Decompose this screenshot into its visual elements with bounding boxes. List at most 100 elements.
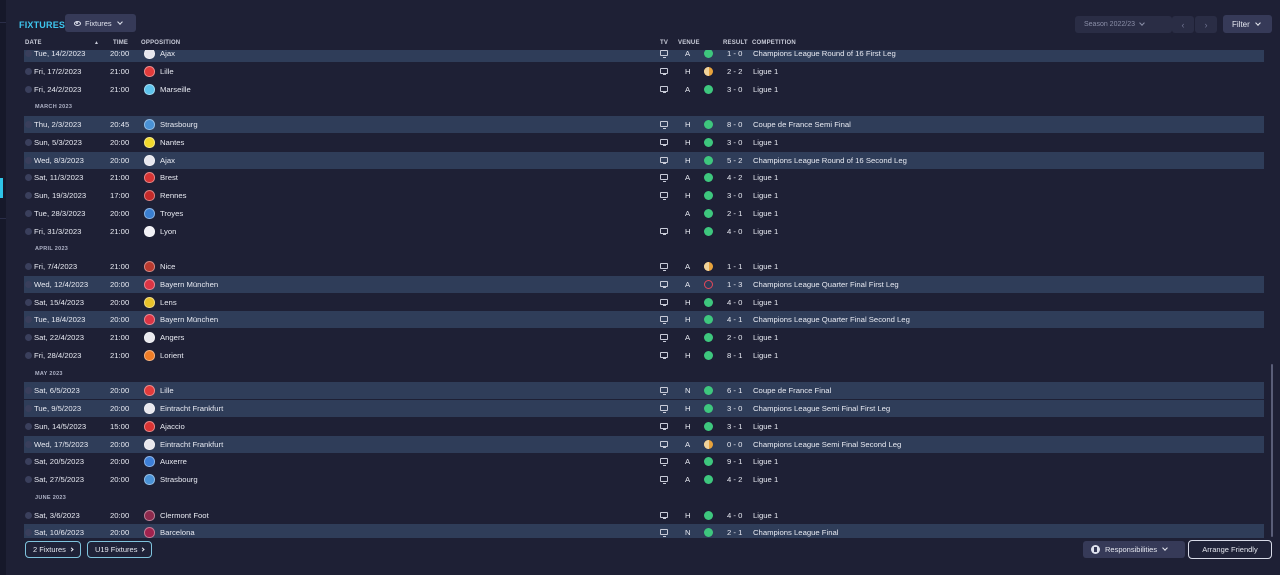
- fixture-score: 4 - 2: [727, 475, 743, 484]
- tv-icon: [660, 156, 668, 164]
- fixture-competition[interactable]: Ligue 1: [753, 191, 778, 200]
- scrollbar[interactable]: [1271, 364, 1273, 537]
- fixture-row[interactable]: Tue, 28/3/2023 20:00 Troyes A 2 - 1 Ligue 1: [24, 205, 1264, 222]
- rail-divider: [0, 22, 6, 23]
- fixture-opposition[interactable]: Rennes: [160, 191, 187, 200]
- fixture-competition[interactable]: Ligue 1: [753, 209, 778, 218]
- fixture-row[interactable]: Sat, 11/3/2023 21:00 Brest A 4 - 2 Ligue 1: [24, 169, 1264, 186]
- fixture-competition[interactable]: Ligue 1: [753, 475, 778, 484]
- fixture-opposition[interactable]: Bayern München: [160, 280, 218, 289]
- responsibilities-button[interactable]: Responsibilities: [1083, 541, 1185, 558]
- club-badge-icon: [144, 456, 155, 468]
- fixture-venue: H: [685, 155, 691, 165]
- fixture-competition[interactable]: Champions League Final: [753, 528, 838, 537]
- fixture-time: 21:00: [110, 262, 130, 271]
- fixture-opposition[interactable]: Lille: [160, 386, 174, 395]
- column-venue[interactable]: VENUE: [678, 40, 700, 46]
- column-result[interactable]: RESULT: [723, 40, 748, 46]
- fixtures-link[interactable]: 2 Fixtures: [25, 541, 81, 558]
- fixture-competition[interactable]: Ligue 1: [753, 457, 778, 466]
- column-tv[interactable]: TV: [660, 40, 668, 46]
- fixture-row[interactable]: Sat, 20/5/2023 20:00 Auxerre A 9 - 1 Ligue 1: [24, 453, 1264, 470]
- fixture-opposition[interactable]: Angers: [160, 333, 184, 342]
- tv-icon: [660, 121, 668, 129]
- fixture-row[interactable]: Thu, 2/3/2023 20:45 Strasbourg H 8 - 0 Coupe …: [24, 116, 1264, 133]
- fixture-competition[interactable]: Coupe de France Semi Final: [753, 120, 851, 129]
- fixture-opposition[interactable]: Troyes: [160, 209, 183, 218]
- fixture-opposition[interactable]: Ajaccio: [160, 422, 185, 431]
- fixture-competition[interactable]: Ligue 1: [753, 173, 778, 182]
- u19-fixtures-link[interactable]: U19 Fixtures: [86, 541, 153, 558]
- fixture-opposition[interactable]: Eintracht Frankfurt: [160, 440, 223, 449]
- fixture-row[interactable]: Sat, 3/6/2023 20:00 Clermont Foot H 4 - 0 Lig…: [24, 507, 1264, 524]
- fixture-row[interactable]: Sun, 5/3/2023 20:00 Nantes H 3 - 0 Ligue 1: [24, 134, 1264, 151]
- arrange-friendly-button[interactable]: Arrange Friendly: [1188, 540, 1272, 559]
- fixture-competition[interactable]: Ligue 1: [753, 85, 778, 94]
- fixture-time: 20:00: [110, 457, 130, 467]
- fixture-row[interactable]: Wed, 8/3/2023 20:00 Ajax H 5 - 2 Champions Le…: [24, 151, 1264, 169]
- season-selector[interactable]: Season 2022/23: [1075, 16, 1172, 33]
- fixture-row[interactable]: Wed, 12/4/2023 20:00 Bayern München A 1 - 3 C…: [24, 275, 1264, 293]
- fixture-competition[interactable]: Ligue 1: [753, 298, 778, 307]
- fixture-competition[interactable]: Champions League Semi Final Second Leg: [753, 440, 901, 449]
- fixture-row[interactable]: Fri, 24/2/2023 21:00 Marseille A 3 - 0 Ligue …: [24, 81, 1264, 98]
- fixture-opposition[interactable]: Ajax: [160, 50, 175, 58]
- fixture-opposition[interactable]: Clermont Foot: [160, 511, 209, 520]
- club-badge-icon: [144, 154, 155, 166]
- column-time[interactable]: TIME: [113, 40, 128, 46]
- fixture-row[interactable]: Sat, 6/5/2023 20:00 Lille N 6 - 1 Coupe de Fr…: [24, 382, 1264, 400]
- fixture-opposition[interactable]: Lorient: [160, 351, 184, 360]
- fixture-row[interactable]: Fri, 7/4/2023 21:00 Nice A 1 - 1 Ligue 1: [24, 258, 1264, 275]
- fixture-row[interactable]: Sat, 27/5/2023 20:00 Strasbourg A 4 - 2 Ligue…: [24, 471, 1264, 488]
- fixture-row[interactable]: Wed, 17/5/2023 20:00 Eintracht Frankfurt A 0…: [24, 435, 1264, 453]
- filter-button[interactable]: Filter: [1223, 15, 1272, 33]
- fixture-row[interactable]: Tue, 14/2/2023 20:00 Ajax A 1 - 0 Champions L…: [24, 50, 1264, 62]
- fixture-competition[interactable]: Champions League Round of 16 First Leg: [753, 50, 896, 58]
- fixture-row[interactable]: Fri, 28/4/2023 21:00 Lorient H 8 - 1 Ligue 1: [24, 347, 1264, 364]
- fixture-competition[interactable]: Ligue 1: [753, 67, 778, 76]
- fixture-opposition[interactable]: Auxerre: [160, 457, 187, 466]
- fixture-competition[interactable]: Ligue 1: [753, 422, 778, 431]
- fixture-opposition[interactable]: Barcelona: [160, 528, 195, 537]
- previous-button[interactable]: ‹: [1172, 16, 1194, 33]
- column-date[interactable]: DATE: [25, 40, 42, 46]
- result-win-icon: [704, 226, 713, 236]
- fixture-row[interactable]: Sat, 10/6/2023 20:00 Barcelona N 2 - 1 Champi…: [24, 524, 1264, 538]
- fixture-opposition[interactable]: Eintracht Frankfurt: [160, 404, 223, 413]
- fixture-competition[interactable]: Champions League Quarter Final First Leg: [753, 280, 899, 289]
- fixture-competition[interactable]: Ligue 1: [753, 511, 778, 520]
- column-competition[interactable]: COMPETITION: [752, 40, 796, 46]
- fixture-row[interactable]: Sun, 14/5/2023 15:00 Ajaccio H 3 - 1 Ligue 1: [24, 418, 1264, 435]
- fixture-row[interactable]: Fri, 17/2/2023 21:00 Lille H 2 - 2 Ligue 1: [24, 63, 1264, 80]
- fixture-opposition[interactable]: Lille: [160, 67, 174, 76]
- column-opposition[interactable]: OPPOSITION: [141, 40, 180, 46]
- fixture-opposition[interactable]: Strasbourg: [160, 120, 198, 129]
- fixture-row[interactable]: Sat, 15/4/2023 20:00 Lens H 4 - 0 Ligue 1: [24, 294, 1264, 311]
- fixture-row[interactable]: Tue, 18/4/2023 20:00 Bayern München H 4 - 1 C…: [24, 311, 1264, 329]
- fixture-row[interactable]: Sun, 19/3/2023 17:00 Rennes H 3 - 0 Ligue 1: [24, 187, 1264, 204]
- fixture-opposition[interactable]: Bayern München: [160, 315, 218, 324]
- fixture-row[interactable]: Sat, 22/4/2023 21:00 Angers A 2 - 0 Ligue 1: [24, 329, 1264, 346]
- fixture-row[interactable]: Fri, 31/3/2023 21:00 Lyon H 4 - 0 Ligue 1: [24, 223, 1264, 240]
- fixture-opposition[interactable]: Nice: [160, 262, 175, 271]
- fixture-competition[interactable]: Coupe de France Final: [753, 386, 831, 395]
- fixture-competition[interactable]: Ligue 1: [753, 227, 778, 236]
- fixture-competition[interactable]: Ligue 1: [753, 138, 778, 147]
- fixture-opposition[interactable]: Ajax: [160, 156, 175, 165]
- fixture-opposition[interactable]: Marseille: [160, 85, 191, 94]
- fixture-competition[interactable]: Champions League Round of 16 Second Leg: [753, 156, 907, 165]
- fixture-row[interactable]: Tue, 9/5/2023 20:00 Eintracht Frankfurt H 3 …: [24, 400, 1264, 417]
- fixture-competition[interactable]: Ligue 1: [753, 262, 778, 271]
- month-label: APRIL 2023: [35, 246, 69, 253]
- fixture-competition[interactable]: Ligue 1: [753, 351, 778, 360]
- fixture-competition[interactable]: Ligue 1: [753, 333, 778, 342]
- fixture-opposition[interactable]: Lyon: [160, 227, 176, 236]
- view-dropdown[interactable]: Fixtures: [65, 14, 136, 32]
- fixture-opposition[interactable]: Strasbourg: [160, 475, 198, 484]
- fixture-opposition[interactable]: Brest: [160, 173, 178, 182]
- fixture-competition[interactable]: Champions League Quarter Final Second Le…: [753, 315, 910, 324]
- fixture-competition[interactable]: Champions League Semi Final First Leg: [753, 404, 890, 413]
- next-button[interactable]: ›: [1195, 16, 1217, 33]
- fixture-opposition[interactable]: Lens: [160, 298, 177, 307]
- fixture-opposition[interactable]: Nantes: [160, 138, 184, 147]
